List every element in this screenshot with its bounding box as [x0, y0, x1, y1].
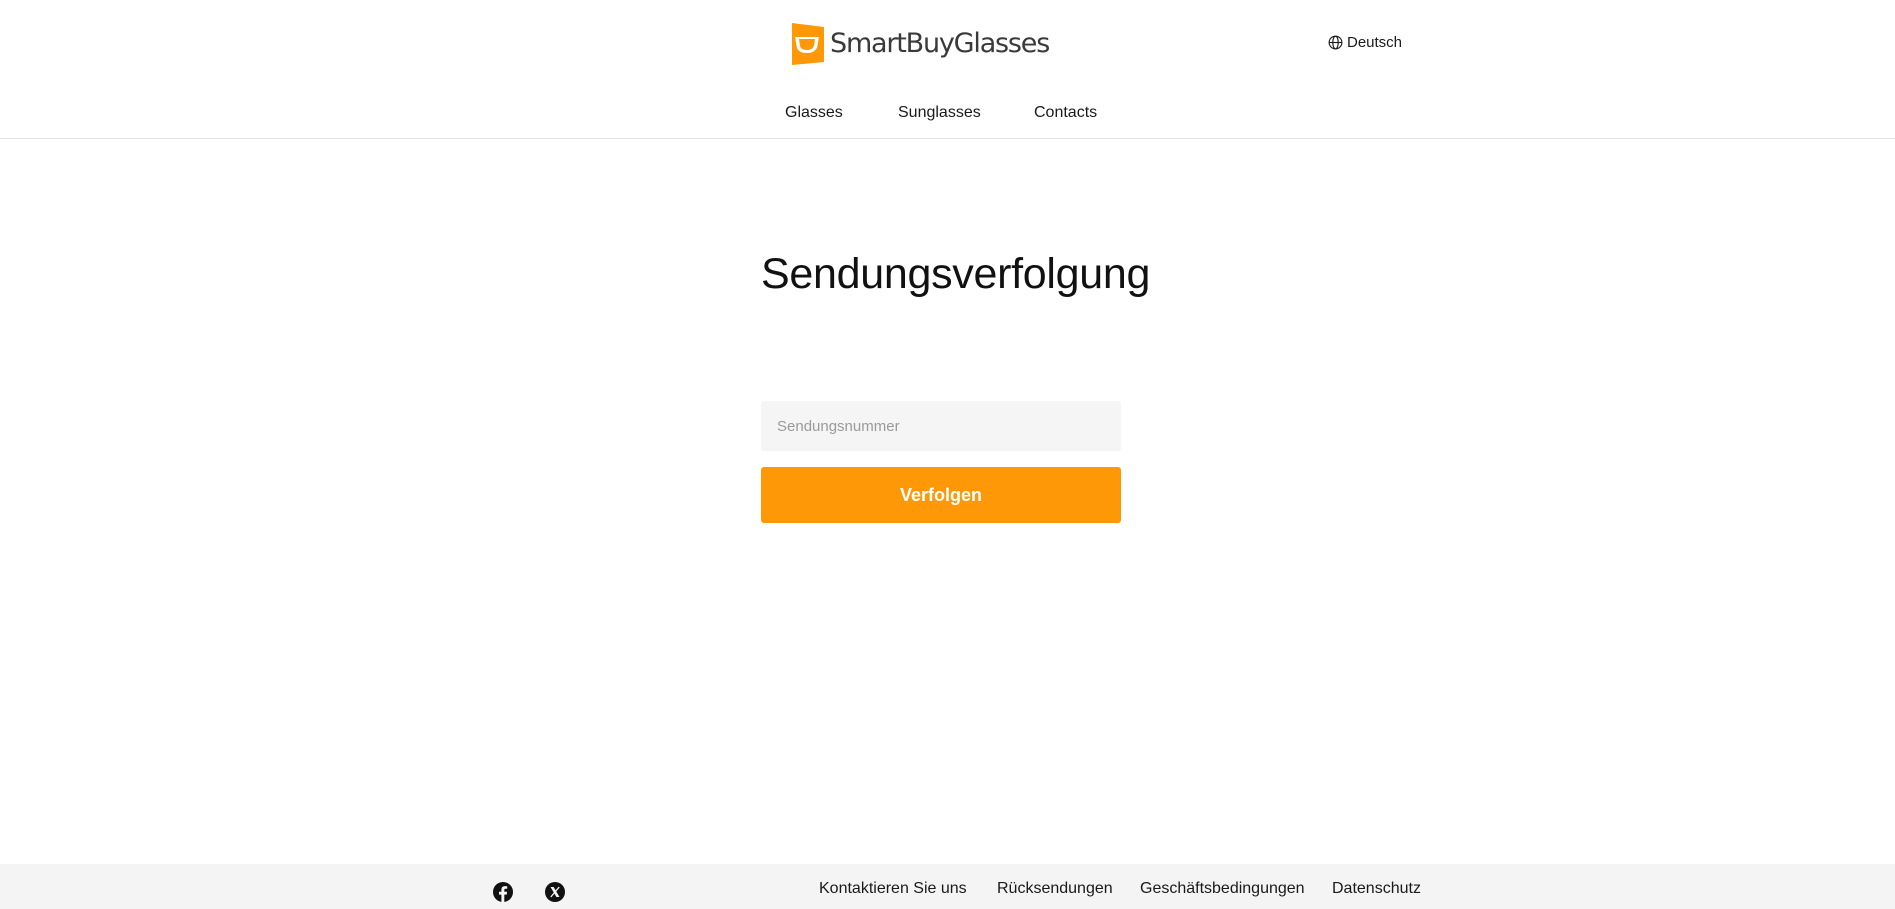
site-header: SmartBuyGlasses Deutsch Glasses Sunglass… [0, 0, 1895, 139]
facebook-icon[interactable] [492, 881, 514, 903]
footer-link-returns[interactable]: Rücksendungen [997, 879, 1113, 899]
x-twitter-icon[interactable] [544, 881, 566, 903]
language-label: Deutsch [1347, 34, 1403, 51]
nav-item-glasses[interactable]: Glasses [785, 100, 843, 126]
tracking-number-input[interactable] [761, 401, 1121, 451]
glasses-logo-icon [792, 23, 824, 65]
footer-link-contact[interactable]: Kontaktieren Sie uns [819, 879, 967, 899]
main-nav: Glasses Sunglasses Contacts [0, 100, 1895, 126]
footer-link-privacy[interactable]: Datenschutz [1332, 879, 1421, 899]
logo-wordmark: SmartBuyGlasses [830, 28, 1050, 59]
language-selector[interactable]: Deutsch [1328, 34, 1402, 51]
nav-item-sunglasses[interactable]: Sunglasses [898, 100, 981, 126]
track-button[interactable]: Verfolgen [761, 467, 1121, 523]
nav-item-contacts[interactable]: Contacts [1034, 100, 1097, 126]
page-title: Sendungsverfolgung [761, 250, 1151, 298]
footer-link-terms[interactable]: Geschäftsbedingungen [1140, 879, 1305, 899]
globe-icon [1328, 35, 1343, 50]
site-logo[interactable]: SmartBuyGlasses [790, 22, 1050, 66]
site-footer: Kontaktieren Sie uns Rücksendungen Gesch… [0, 864, 1895, 909]
